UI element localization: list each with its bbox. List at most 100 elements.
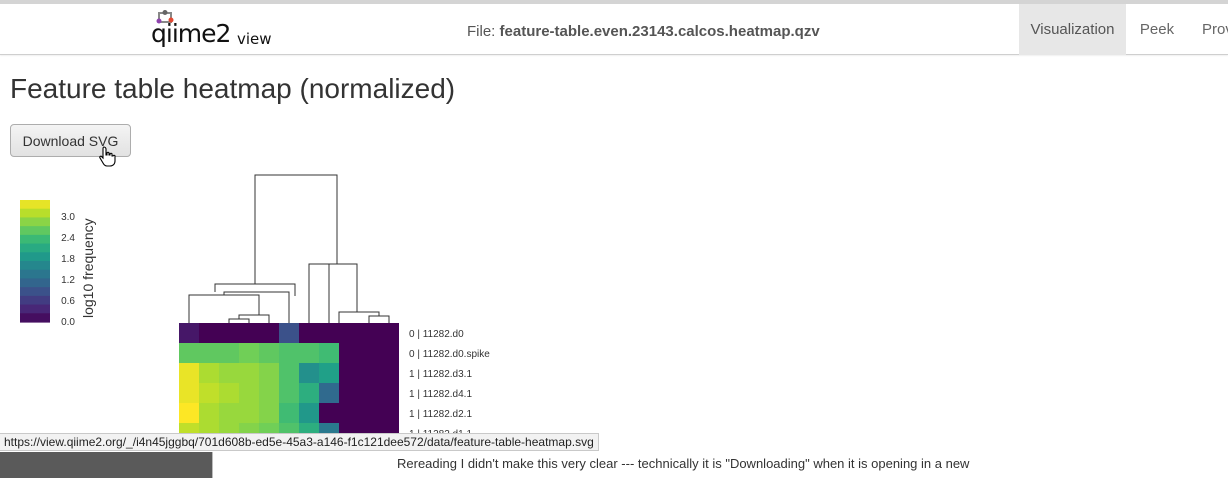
dendrogram-branch: [368, 315, 390, 323]
colorbar-tick-label: 1.2: [61, 275, 75, 286]
tab-peek[interactable]: Peek: [1126, 4, 1188, 55]
colorbar-band: [20, 208, 50, 219]
page-title: Feature table heatmap (normalized): [10, 73, 456, 104]
file-name: feature-table.even.23143.calcos.heatmap.…: [499, 23, 820, 40]
dendrogram-branch: [254, 174, 338, 284]
heatmap-cell: [179, 363, 199, 383]
heatmap-cell: [199, 323, 219, 343]
heatmap-cell: [339, 323, 359, 343]
heatmap-cell: [359, 403, 379, 423]
heatmap-cell: [299, 383, 319, 403]
heatmap-cell: [319, 363, 339, 383]
heatmap-cell: [319, 403, 339, 423]
heatmap-cell: [359, 383, 379, 403]
heatmap-cell: [219, 323, 239, 343]
heatmap-cell: [259, 383, 279, 403]
row-label: 0 | 11282.d0.spike: [409, 349, 490, 360]
heatmap-cell: [259, 323, 279, 343]
dendrogram: [188, 174, 390, 323]
dendrogram-branch: [319, 263, 358, 312]
dendrogram-branch: [214, 283, 296, 296]
colorbar: 3.0 2.4 1.8 1.2 0.6 0.0 log10 frequency: [20, 200, 96, 328]
heatmap-cell: [359, 363, 379, 383]
heatmap-cell: [359, 343, 379, 363]
heatmap-cell: [359, 323, 379, 343]
tab-visualization[interactable]: Visualization: [1019, 4, 1126, 55]
colorbar-tick-label: 1.8: [61, 254, 75, 265]
heatmap-cell: [219, 403, 239, 423]
colorbar-band: [20, 261, 50, 271]
heatmap-cell: [299, 323, 319, 343]
heatmap-cell: [339, 363, 359, 383]
colorbar-band: [20, 217, 50, 227]
heatmap-cell: [319, 383, 339, 403]
heatmap-cell: [239, 323, 259, 343]
colorbar-tick-label: 2.4: [61, 233, 75, 244]
status-bar-url: https://view.qiime2.org/_/i4n45jggbq/701…: [0, 433, 599, 451]
heatmap-cell: [319, 343, 339, 363]
heatmap-cell: [379, 323, 399, 343]
heatmap-cell: [319, 323, 339, 343]
heatmap-cell: [299, 363, 319, 383]
heatmap-cell: [279, 383, 299, 403]
colorbar-band: [20, 243, 50, 253]
heatmap-cell: [379, 343, 399, 363]
heatmap-cell: [279, 363, 299, 383]
tab-provenance[interactable]: Prov: [1202, 4, 1228, 55]
heatmap-cell: [259, 363, 279, 383]
colorbar-band: [20, 234, 50, 245]
row-label: 1 | 11282.d2.1: [409, 409, 472, 420]
heatmap-cell: [219, 363, 239, 383]
colorbar-band: [20, 200, 50, 210]
colorbar-band: [20, 252, 50, 262]
navbar: qiime2 view File: feature-table.even.231…: [0, 4, 1228, 55]
background-window: Rereading I didn't make this very clear …: [0, 452, 1228, 478]
heatmap-cell: [299, 403, 319, 423]
heatmap-cell: [259, 403, 279, 423]
row-labels: 0 | 11282.d0 0 | 11282.d0.spike 1 | 11282.…: [409, 329, 490, 440]
colorbar-tick-label: 0.0: [61, 317, 75, 328]
row-label: 1 | 11282.d3.1: [409, 369, 472, 380]
heatmap-cell: [219, 383, 239, 403]
colorbar-tick-label: 3.0: [61, 212, 75, 223]
colorbar-band: [20, 295, 50, 306]
heatmap-cell: [339, 343, 359, 363]
feature-table-heatmap: 3.0 2.4 1.8 1.2 0.6 0.0 log10 frequency 0 | 11…: [20, 174, 490, 443]
heatmap-cell: [199, 363, 219, 383]
heatmap-cell: [219, 343, 239, 363]
heatmap-cell: [179, 403, 199, 423]
heatmap-cell: [179, 323, 199, 343]
heatmap-cell: [339, 403, 359, 423]
heatmap-cell: [239, 343, 259, 363]
file-name-label: File: feature-table.even.23143.calcos.he…: [467, 23, 820, 40]
colorbar-band: [20, 313, 50, 323]
heatmap-cell: [379, 403, 399, 423]
heatmap-cell: [339, 383, 359, 403]
dendrogram-branch: [223, 291, 290, 323]
qiime2view-logo[interactable]: qiime2 view: [150, 10, 280, 52]
logo-suffix: view: [237, 30, 272, 48]
heatmap-cell: [279, 343, 299, 363]
background-comment-text: Rereading I didn't make this very clear …: [397, 456, 970, 471]
file-prefix: File:: [467, 23, 496, 40]
heatmap-cell: [179, 343, 199, 363]
dendrogram-branch: [308, 263, 330, 323]
colorbar-label: log10 frequency: [80, 218, 96, 318]
row-label: 0 | 11282.d0: [409, 329, 464, 340]
dendrogram-branch: [228, 318, 250, 323]
dendrogram-branch: [338, 311, 361, 323]
heatmap-cell: [239, 383, 259, 403]
dendrogram-branch: [349, 311, 380, 316]
colorbar-band: [20, 269, 50, 280]
heatmap-cell: [239, 403, 259, 423]
heatmap-cell: [299, 343, 319, 363]
colorbar-band: [20, 287, 50, 297]
heatmap-cell: [379, 363, 399, 383]
heatmap-cell: [279, 323, 299, 343]
heatmap-cells: [179, 323, 399, 443]
heatmap-cell: [199, 383, 219, 403]
heatmap-cell: [199, 403, 219, 423]
colorbar-band: [20, 304, 50, 314]
row-label: 1 | 11282.d4.1: [409, 389, 472, 400]
heatmap-cell: [379, 383, 399, 403]
